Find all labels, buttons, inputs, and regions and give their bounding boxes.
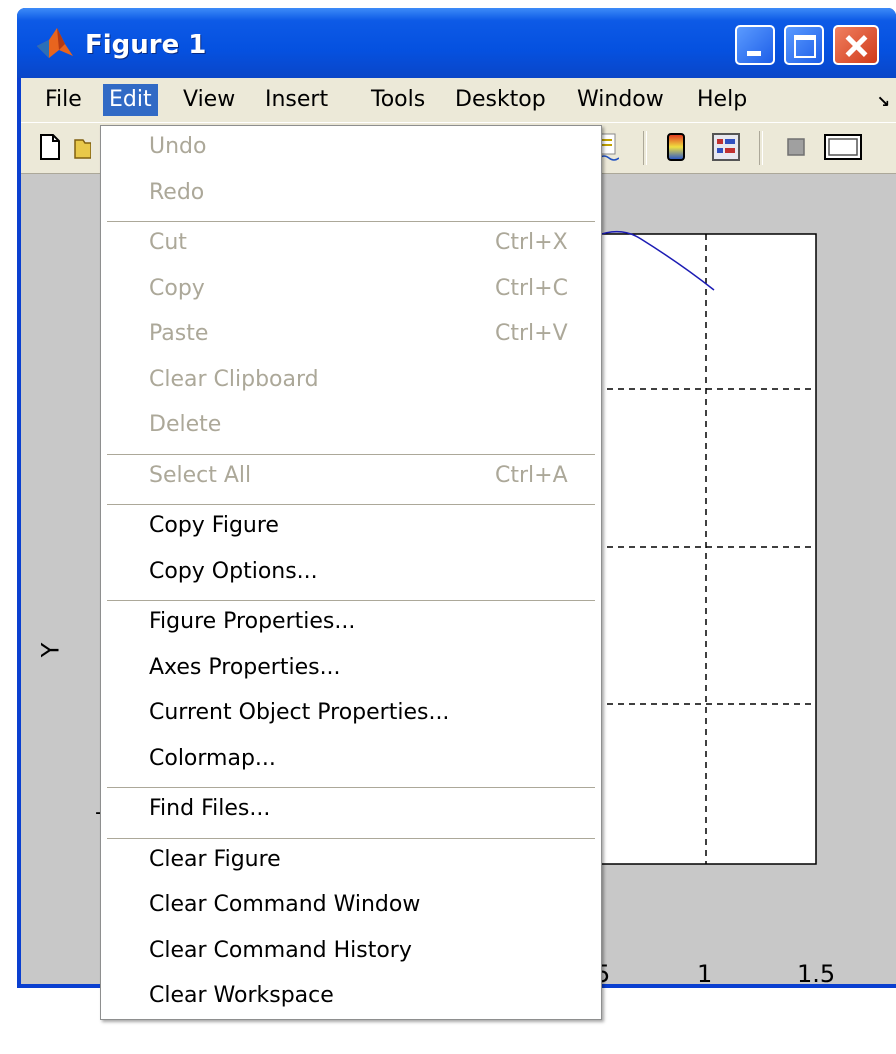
menu-desktop[interactable]: Desktop (449, 84, 552, 116)
menu-separator (107, 453, 595, 455)
menu-item-clear-command-history[interactable]: Clear Command History (101, 932, 601, 970)
menu-item-undo[interactable]: Undo (101, 128, 601, 166)
toolbar-separator (759, 131, 763, 165)
open-file-icon[interactable] (73, 132, 91, 162)
close-icon[interactable] (833, 25, 879, 65)
menu-tools[interactable]: Tools (365, 84, 431, 116)
menu-overflow-icon[interactable]: ↘ (877, 92, 890, 111)
minimize-icon[interactable] (735, 25, 775, 65)
menu-item-label: Clear Workspace (149, 983, 334, 1008)
menu-item-find-files[interactable]: Find Files... (101, 790, 601, 828)
plot-tools-icon[interactable] (711, 132, 741, 162)
title-bar[interactable]: Figure 1 (17, 8, 896, 78)
menu-separator (107, 600, 595, 601)
menu-item-label: Current Object Properties... (149, 700, 450, 725)
menu-window[interactable]: Window (571, 84, 670, 116)
menu-item-clear-workspace[interactable]: Clear Workspace (101, 977, 601, 1015)
menu-item-label: Colormap... (149, 745, 276, 771)
menu-item-label: Axes Properties... (149, 654, 341, 680)
menu-item-figure-properties[interactable]: Figure Properties... (101, 603, 601, 641)
window-title: Figure 1 (85, 30, 207, 60)
menu-item-label: Find Files... (149, 796, 271, 821)
menu-item-colormap[interactable]: Colormap... (101, 740, 601, 778)
menu-item-current-object-properties[interactable]: Current Object Properties... (101, 694, 601, 732)
menu-item-label: Clear Clipboard (149, 366, 319, 392)
menu-item-label: Copy Figure (149, 513, 279, 538)
insert-colorbar-icon[interactable] (661, 132, 691, 162)
menu-item-label: Clear Command Window (149, 892, 421, 917)
menu-separator (107, 221, 595, 222)
x-tick-label: 1.5 (797, 960, 836, 988)
menu-item-label: Undo (149, 134, 207, 159)
menu-item-redo[interactable]: Redo (101, 174, 601, 212)
menu-item-shortcut: Ctrl+A (495, 462, 568, 488)
hide-plot-tools-icon[interactable] (781, 132, 811, 162)
menu-item-cut[interactable]: Cut Ctrl+X (101, 224, 601, 262)
maximize-icon[interactable] (784, 25, 824, 65)
menu-item-clear-command-window[interactable]: Clear Command Window (101, 886, 601, 924)
menu-item-paste[interactable]: Paste Ctrl+V (101, 315, 601, 353)
edit-menu-dropdown: Undo Redo Cut Ctrl+X Copy Ctrl+C Paste Ctrl+V Cl… (100, 125, 602, 1020)
menu-item-label: Clear Command History (149, 937, 412, 963)
menu-edit[interactable]: Edit (103, 84, 158, 116)
menu-item-copy-options[interactable]: Copy Options... (101, 553, 601, 591)
menu-insert[interactable]: Insert (259, 84, 334, 116)
menu-item-label: Figure Properties... (149, 609, 356, 634)
new-figure-icon[interactable] (35, 132, 65, 162)
menu-item-clear-clipboard[interactable]: Clear Clipboard (101, 361, 601, 399)
menu-item-delete[interactable]: Delete (101, 406, 601, 444)
menu-item-label: Select All (149, 462, 252, 488)
menu-separator (107, 504, 595, 505)
menu-item-label: Paste (149, 321, 209, 346)
menu-item-shortcut: Ctrl+V (495, 321, 568, 346)
menu-bar: File Edit View Insert Tools Desktop Window Help… (21, 78, 896, 122)
toolbar-separator (643, 131, 647, 165)
menu-item-shortcut: Ctrl+C (495, 275, 568, 301)
menu-help[interactable]: Help (691, 84, 753, 116)
menu-item-label: Cut (149, 230, 187, 255)
matlab-logo-icon (37, 28, 73, 58)
menu-separator (107, 837, 595, 839)
y-axis-label: Y (36, 642, 65, 658)
menu-item-select-all[interactable]: Select All Ctrl+A (101, 457, 601, 495)
menu-item-label: Delete (149, 412, 222, 437)
menu-file[interactable]: File (39, 84, 88, 116)
menu-item-copy-figure[interactable]: Copy Figure (101, 507, 601, 545)
menu-item-label: Redo (149, 179, 205, 205)
menu-item-label: Copy Options... (149, 558, 318, 584)
show-plot-tools-icon[interactable] (821, 132, 865, 162)
menu-view[interactable]: View (177, 84, 241, 116)
menu-item-label: Copy (149, 275, 205, 301)
menu-item-copy[interactable]: Copy Ctrl+C (101, 270, 601, 308)
menu-item-shortcut: Ctrl+X (495, 230, 568, 255)
menu-item-axes-properties[interactable]: Axes Properties... (101, 649, 601, 687)
menu-item-label: Clear Figure (149, 846, 281, 872)
menu-item-clear-figure[interactable]: Clear Figure (101, 841, 601, 879)
x-tick-label: 1 (697, 960, 713, 988)
menu-separator (107, 787, 595, 788)
